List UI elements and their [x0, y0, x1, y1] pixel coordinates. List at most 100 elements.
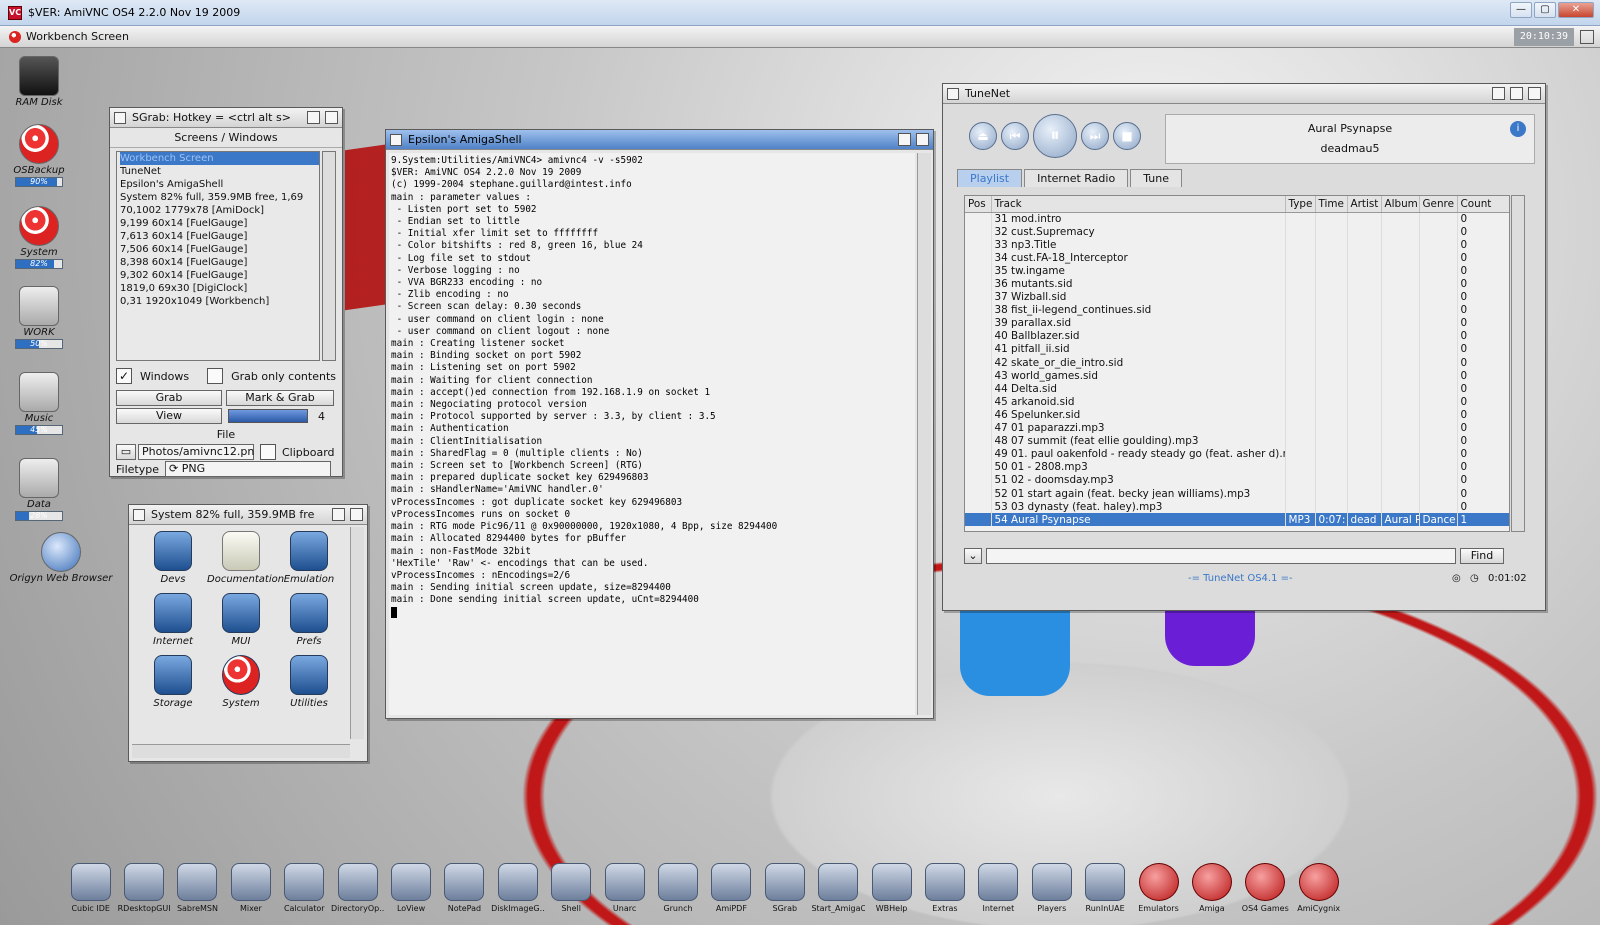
drawer-horizontal-scrollbar[interactable]: [132, 744, 350, 758]
table-row[interactable]: 41 pitfall_ii.sid 0: [965, 342, 1509, 357]
dock-item[interactable]: DiskImageG...: [491, 863, 545, 925]
drawer-vertical-scrollbar[interactable]: [350, 527, 364, 739]
column-header[interactable]: Pos: [965, 196, 992, 213]
list-item[interactable]: TuneNet: [120, 165, 319, 178]
dock-item[interactable]: Grunch: [651, 863, 704, 925]
list-item[interactable]: System 82% full, 359.9MB free, 1,69: [120, 191, 319, 204]
table-row[interactable]: 39 parallax.sid 0: [965, 316, 1509, 330]
table-row[interactable]: 43 world_games.sid 0: [965, 369, 1509, 383]
previous-icon[interactable]: ⏮: [1001, 122, 1029, 150]
table-row[interactable]: 49 01. paul oakenfold - ready steady go …: [965, 447, 1509, 461]
zoom-icon[interactable]: [1510, 87, 1523, 100]
shell-scrollbar[interactable]: [917, 153, 931, 715]
dock-item[interactable]: Calculator: [278, 863, 331, 925]
drawer-mui[interactable]: MUI: [207, 593, 275, 647]
drawer-utilities[interactable]: Utilities: [275, 655, 343, 709]
dock-item[interactable]: Unarc: [598, 863, 651, 925]
dock-item[interactable]: DirectoryOp...: [331, 863, 384, 925]
table-row[interactable]: 32 cust.Supremacy 0: [965, 225, 1509, 239]
depth-icon[interactable]: [350, 508, 363, 521]
playlist-table[interactable]: Pos Track Type Time Artist Album Genre C…: [964, 195, 1510, 532]
dock-item[interactable]: SGrab: [758, 863, 811, 925]
screen-depth-icon[interactable]: [1580, 30, 1594, 44]
screens-windows-list[interactable]: Workbench Screen TuneNet Epsilon's Amiga…: [116, 151, 320, 361]
table-row[interactable]: 33 np3.Title 0: [965, 238, 1509, 252]
list-item[interactable]: 9,302 60x14 [FuelGauge]: [120, 269, 319, 282]
column-header[interactable]: Type: [1285, 196, 1316, 213]
list-scrollbar[interactable]: [322, 151, 336, 361]
dock-item[interactable]: WBHelp: [865, 863, 918, 925]
drawer-emulation[interactable]: Emulation: [275, 531, 343, 585]
list-item[interactable]: 1819,0 69x30 [DigiClock]: [120, 282, 319, 295]
dock-item[interactable]: Emulators: [1132, 863, 1185, 925]
table-row[interactable]: 31 mod.intro 0: [965, 212, 1509, 226]
origyn-web-browser[interactable]: Origyn Web Browser: [6, 532, 116, 584]
dock-item[interactable]: LoView: [384, 863, 437, 925]
list-item[interactable]: Workbench Screen: [120, 152, 319, 165]
drawer-system[interactable]: System: [207, 655, 275, 709]
table-row[interactable]: 45 arkanoid.sid 0: [965, 395, 1509, 409]
maximize-button[interactable]: ▢: [1534, 2, 1556, 18]
depth-icon[interactable]: [1528, 87, 1541, 100]
eject-icon[interactable]: ⏏: [969, 122, 997, 150]
tab-tune[interactable]: Tune: [1130, 169, 1182, 187]
table-row[interactable]: 36 mutants.sid 0: [965, 277, 1509, 291]
dock-item[interactable]: Start_AmigaOnIX: [811, 863, 865, 925]
search-input[interactable]: [986, 548, 1456, 564]
list-item[interactable]: Epsilon's AmigaShell: [120, 178, 319, 191]
dock-item[interactable]: Cubic IDE: [64, 863, 117, 925]
file-path-field[interactable]: Photos/amivnc12.pn: [138, 444, 254, 460]
grab-button[interactable]: Grab: [116, 390, 222, 406]
dock-item[interactable]: Amiga: [1185, 863, 1238, 925]
drawer-internet[interactable]: Internet: [139, 593, 207, 647]
table-row[interactable]: 42 skate_or_die_intro.sid 0: [965, 356, 1509, 370]
disk-work[interactable]: WORK 50%: [10, 286, 68, 349]
info-icon[interactable]: i: [1510, 121, 1526, 137]
table-row[interactable]: 46 Spelunker.sid 0: [965, 408, 1509, 422]
close-button[interactable]: ✕: [1558, 2, 1594, 18]
filetype-select[interactable]: ⟳ PNG: [164, 461, 331, 477]
clipboard-checkbox[interactable]: [260, 444, 276, 460]
shell-titlebar[interactable]: Epsilon's AmigaShell: [386, 130, 933, 150]
view-slider[interactable]: [228, 409, 308, 423]
zoom-icon[interactable]: [898, 133, 911, 146]
pause-icon[interactable]: ⏸: [1033, 114, 1077, 158]
close-icon[interactable]: [390, 133, 402, 146]
disk-data[interactable]: Data 28%: [10, 458, 68, 521]
table-row[interactable]: 44 Delta.sid 0: [965, 382, 1509, 396]
dock-item[interactable]: NotePad: [438, 863, 491, 925]
list-item[interactable]: 0,31 1920x1049 [Workbench]: [120, 295, 319, 308]
close-icon[interactable]: [133, 508, 145, 521]
dock-item[interactable]: AmiCygnix: [1292, 863, 1345, 925]
depth-icon[interactable]: [916, 133, 929, 146]
view-button[interactable]: View: [116, 408, 222, 424]
column-header[interactable]: Track: [991, 196, 1286, 213]
folder-icon[interactable]: ▭: [116, 444, 136, 460]
table-row[interactable]: 50 01 - 2808.mp3 0: [965, 460, 1509, 474]
column-header[interactable]: Count: [1457, 196, 1509, 213]
close-icon[interactable]: [114, 111, 126, 124]
tunenet-titlebar[interactable]: TuneNet: [943, 84, 1545, 104]
list-item[interactable]: 70,1002 1779x78 [AmiDock]: [120, 204, 319, 217]
close-icon[interactable]: [947, 87, 959, 100]
disk-osbackup[interactable]: OSBackup 90%: [10, 124, 68, 187]
dock-item[interactable]: Shell: [545, 863, 598, 925]
dock-item[interactable]: Mixer: [224, 863, 277, 925]
table-row[interactable]: 37 Wizball.sid 0: [965, 290, 1509, 304]
dock-item[interactable]: OS4 Games: [1239, 863, 1292, 925]
drawer-titlebar[interactable]: System 82% full, 359.9MB fre: [129, 505, 367, 525]
playlist-scrollbar[interactable]: [1511, 195, 1525, 532]
table-row[interactable]: 47 01 paparazzi.mp3 0: [965, 421, 1509, 435]
table-row[interactable]: 40 Ballblazer.sid 0: [965, 329, 1509, 343]
mark-grab-button[interactable]: Mark & Grab: [226, 390, 334, 406]
stop-icon[interactable]: ■: [1113, 122, 1141, 150]
depth-icon[interactable]: [325, 111, 338, 124]
column-header[interactable]: Time: [1315, 196, 1348, 213]
table-row-selected[interactable]: 54 Aural Psynapse MP3 0:07: dead Aural P Danc…: [965, 513, 1509, 527]
column-header[interactable]: Album: [1381, 196, 1420, 213]
dock-item[interactable]: Extras: [918, 863, 971, 925]
disk-ram[interactable]: RAM Disk: [10, 56, 68, 108]
list-item[interactable]: 8,398 60x14 [FuelGauge]: [120, 256, 319, 269]
column-header[interactable]: Genre: [1419, 196, 1458, 213]
drawer-documentation[interactable]: Documentation: [207, 531, 284, 585]
